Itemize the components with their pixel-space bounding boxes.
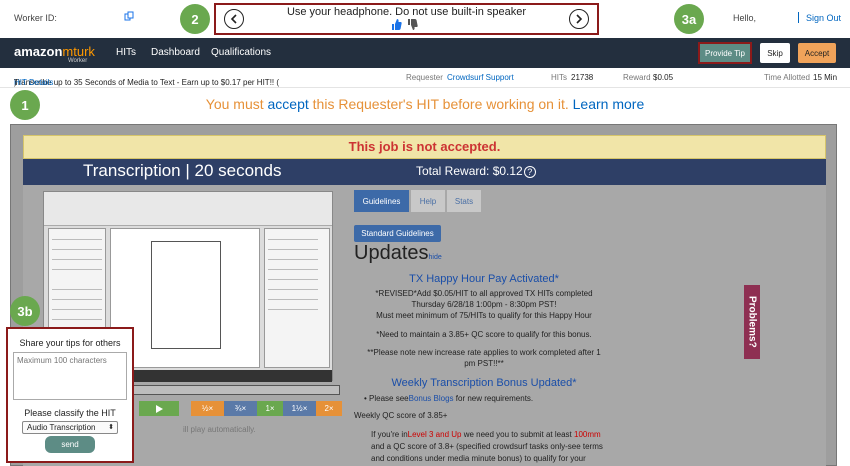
hit-type-selected: Audio Transcription — [27, 423, 96, 432]
divider — [798, 12, 799, 23]
weekly-qc-text: Weekly QC score of 3.85+ — [354, 411, 448, 420]
level-text-mid: we need you to submit at least — [461, 430, 574, 439]
skip-button[interactable]: Skip — [760, 43, 790, 63]
share-tip-title: Share your tips for others — [19, 338, 121, 348]
bonus-blogs-link[interactable]: Bonus Blogs — [409, 394, 454, 403]
problems-tab[interactable]: Problems? — [744, 285, 760, 359]
help-circle-icon[interactable]: ? — [523, 166, 536, 178]
total-reward-text: Total Reward: $0.12 — [416, 164, 523, 178]
learn-more-link[interactable]: Learn more — [573, 96, 645, 112]
annotation-badge-3a: 3a — [674, 4, 704, 34]
accept-warning: You must accept this Requester's HIT bef… — [0, 96, 850, 112]
speed-three-quarter-button[interactable]: ¾× — [224, 401, 257, 416]
bullet-text-post: for new requirements. — [453, 394, 534, 403]
warning-text-pre: You must — [205, 96, 268, 112]
thumbs-up-icon[interactable] — [391, 18, 402, 31]
reward-label: Reward — [623, 73, 651, 82]
thumbs-down-icon[interactable] — [407, 18, 418, 31]
tip-input[interactable] — [13, 352, 127, 400]
audio-progress-bar[interactable] — [125, 385, 340, 395]
next-tip-button[interactable] — [569, 9, 589, 29]
qc-requirement: and a QC score of 3.8+ (specified crowds… — [371, 442, 603, 451]
time-allotted-label: Time Allotted — [764, 73, 810, 82]
conditions-text: and conditions under media minute bonus)… — [371, 454, 586, 463]
annotation-badge-3b: 3b — [10, 296, 40, 326]
play-button[interactable] — [139, 401, 179, 416]
accept-button[interactable]: Accept — [798, 43, 836, 63]
updates-title: Updates — [354, 242, 429, 264]
copy-icon[interactable] — [124, 11, 134, 21]
level-text: Level 3 and Up — [407, 430, 462, 439]
tip-banner: Use your headphone. Do not use built-in … — [214, 3, 599, 35]
hit-preview-frame: This job is not accepted. Transcription … — [10, 124, 837, 466]
time-allotted-value: 15 Min — [813, 73, 838, 82]
share-tip-panel: Share your tips for others Please classi… — [6, 327, 134, 463]
tx-line-3: Must meet minimum of 75/HITs to qualify … — [376, 311, 592, 320]
tx-happy-hour-title: TX Happy Hour Pay Activated* — [409, 273, 559, 285]
hello-text: Hello, — [733, 13, 757, 23]
bullet-text-pre: Please see — [369, 394, 409, 403]
not-accepted-banner: This job is not accepted. — [23, 135, 826, 159]
updates-heading: Updateshide — [354, 242, 442, 265]
tab-stats[interactable]: Stats — [447, 190, 481, 212]
rate-note-2: pm PST!!** — [464, 359, 504, 368]
hit-info-bar: Transcribe up to 35 Seconds of Media to … — [0, 68, 850, 88]
tx-line-2: Thursday 6/28/18 1:00pm - 8:30pm PST! — [411, 300, 557, 309]
media-right-panel — [264, 228, 330, 368]
hit-type-select[interactable]: Audio Transcription ⬍ — [22, 421, 118, 434]
send-button[interactable]: send — [45, 436, 95, 453]
mturk-logo[interactable]: amazonmturk Worker — [14, 43, 95, 64]
speed-one-half-button[interactable]: 1½× — [283, 401, 316, 416]
hits-count: 21738 — [571, 73, 594, 82]
media-floorplan — [151, 241, 221, 349]
tx-line-1: *REVISED*Add $0.05/HIT to all approved T… — [375, 289, 593, 298]
level-text-pre: If you're in — [371, 430, 408, 439]
hits-label: HITs — [551, 73, 567, 82]
speed-double-button[interactable]: 2× — [316, 401, 342, 416]
autoplay-note: ill play automatically. — [183, 425, 256, 434]
task-title: Transcription | 20 seconds — [83, 161, 282, 180]
worker-id-label: Worker ID: — [14, 13, 57, 23]
sign-out-link[interactable]: Sign Out — [806, 13, 841, 23]
tab-guidelines[interactable]: Guidelines — [354, 190, 409, 212]
task-workspace: ½× ¾× 1× 1½× 2× ill play automatically. … — [23, 185, 826, 466]
reward-value: $0.05 — [653, 73, 674, 82]
nav-hits[interactable]: HITs — [116, 47, 136, 58]
nav-qualifications[interactable]: Qualifications — [211, 47, 271, 58]
nav-dashboard[interactable]: Dashboard — [151, 47, 200, 58]
requester-link[interactable]: Crowdsurf Support — [447, 73, 514, 82]
speed-half-button[interactable]: ½× — [191, 401, 224, 416]
hit-title-text: Transcribe up to 35 Seconds of Media to … — [14, 78, 280, 87]
qc-note: *Need to maintain a 3.85+ QC score to qu… — [376, 330, 592, 339]
level-amount: 100mm — [574, 430, 601, 439]
warning-accept-word: accept — [267, 96, 309, 112]
logo-mturk: mturk — [62, 44, 95, 59]
task-title-bar: Transcription | 20 seconds Total Reward:… — [23, 159, 826, 185]
nav-bar: amazonmturk Worker HITs Dashboard Qualif… — [0, 38, 850, 68]
top-bar: Worker ID: 2 Use your headphone. Do not … — [0, 0, 850, 38]
provide-tip-button[interactable]: Provide Tip — [698, 42, 752, 64]
media-toolbar — [44, 192, 332, 226]
standard-guidelines-button[interactable]: Standard Guidelines — [354, 225, 441, 242]
logo-worker: Worker — [68, 58, 88, 64]
select-arrows-icon: ⬍ — [108, 424, 114, 431]
bonus-blogs-bullet: • Please seeBonus Blogs for new requirem… — [364, 394, 534, 403]
classify-label: Please classify the HIT — [24, 408, 116, 418]
play-icon — [156, 404, 163, 413]
hide-link[interactable]: hide — [429, 254, 442, 261]
total-reward: Total Reward: $0.12? — [416, 164, 536, 178]
tip-text: Use your headphone. Do not use built-in … — [286, 6, 527, 18]
warning-text-mid: this Requester's HIT before working on i… — [308, 96, 573, 112]
logo-amazon: amazon — [14, 44, 63, 59]
level-requirement: If you're inLevel 3 and Up we need you t… — [371, 429, 601, 440]
hit-title-close: ) — [14, 78, 17, 87]
requester-label: Requester — [406, 73, 443, 82]
speed-normal-button[interactable]: 1× — [257, 401, 283, 416]
annotation-badge-2: 2 — [180, 4, 210, 34]
hit-details-link[interactable]: HIT Details — [14, 78, 53, 87]
chevron-right-icon — [576, 14, 583, 24]
weekly-bonus-title: Weekly Transcription Bonus Updated* — [391, 377, 577, 389]
rate-note-1: **Please note new increase rate applies … — [367, 348, 601, 357]
tab-help[interactable]: Help — [411, 190, 445, 212]
